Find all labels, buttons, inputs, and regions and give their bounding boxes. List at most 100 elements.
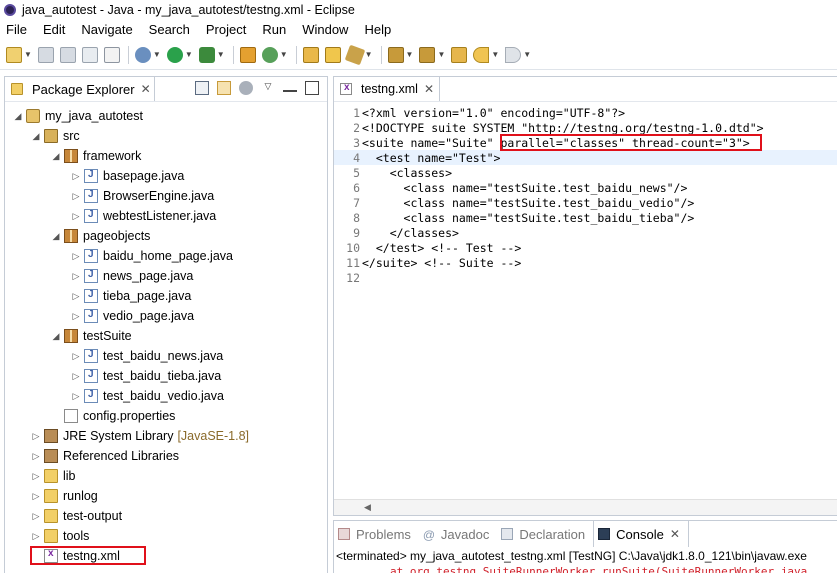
collapse-arrow-icon[interactable]: ◢ [31,131,41,142]
menu-window[interactable]: Window [302,22,348,37]
minimize-icon[interactable] [283,84,297,92]
close-icon[interactable]: ✕ [424,82,434,96]
new-java-project-icon[interactable] [239,46,256,63]
tab-declaration[interactable]: Declaration [497,521,593,547]
tree-item-folder[interactable]: ▷ tools [31,526,89,546]
run-icon[interactable] [166,46,183,63]
link-with-editor-icon[interactable] [217,81,231,95]
tree-item-java-file[interactable]: ▷ test_baidu_tieba.java [71,366,221,386]
tree-item-library[interactable]: ▷ JRE System Library [JavaSE-1.8] [31,426,249,446]
menu-navigate[interactable]: Navigate [81,22,132,37]
open-folder-icon[interactable] [324,46,341,63]
menu-run[interactable]: Run [262,22,286,37]
tree-item-label: Referenced Libraries [63,449,180,463]
close-icon[interactable]: ✕ [141,82,151,96]
expand-arrow-icon[interactable]: ▷ [31,491,41,502]
new-icon[interactable] [6,46,22,63]
forward-dropdown-icon[interactable]: ▼ [523,50,531,59]
tree-item-java-file[interactable]: ▷ baidu_home_page.java [71,246,233,266]
expand-arrow-icon[interactable]: ▷ [31,531,41,542]
expand-arrow-icon[interactable]: ▷ [71,271,81,282]
collapse-all-icon[interactable] [195,81,209,95]
collapse-arrow-icon[interactable]: ◢ [51,231,61,242]
tree-item-properties-file[interactable]: config.properties [64,406,175,426]
save-icon[interactable] [37,46,54,63]
tree-item-java-file[interactable]: ▷ basepage.java [71,166,184,186]
expand-arrow-icon[interactable]: ▷ [71,371,81,382]
expand-arrow-icon[interactable]: ▷ [31,471,41,482]
tree-item-java-file[interactable]: ▷ BrowserEngine.java [71,186,214,206]
expand-arrow-icon[interactable]: ▷ [71,311,81,322]
properties-file-icon [64,409,78,423]
tree-item-package[interactable]: ◢ testSuite [51,326,132,346]
new-class-dropdown-icon[interactable]: ▼ [280,50,288,59]
menu-edit[interactable]: Edit [43,22,65,37]
tab-problems[interactable]: Problems [334,521,419,547]
show-whitespace-icon[interactable] [103,46,120,63]
previous-annotation-icon[interactable] [419,46,436,63]
tree-item-java-file[interactable]: ▷ webtestListener.java [71,206,216,226]
menu-file[interactable]: File [6,22,27,37]
debug-dropdown-icon[interactable]: ▼ [153,50,161,59]
search-dropdown-icon[interactable]: ▼ [365,50,373,59]
maximize-icon[interactable] [305,81,319,95]
new-dropdown-icon[interactable]: ▼ [24,50,32,59]
tree-item-java-file[interactable]: ▷ test_baidu_vedio.java [71,386,224,406]
expand-arrow-icon[interactable]: ▷ [71,191,81,202]
back-icon[interactable] [473,46,490,63]
tree-item-package[interactable]: ◢ pageobjects [51,226,150,246]
save-all-icon[interactable] [59,46,76,63]
tree-item-package[interactable]: ◢ framework [51,146,141,166]
last-edit-location-icon[interactable] [451,46,468,63]
tree-item-java-file[interactable]: ▷ news_page.java [71,266,193,286]
coverage-dropdown-icon[interactable]: ▼ [217,50,225,59]
back-dropdown-icon[interactable]: ▼ [491,50,499,59]
coverage-icon[interactable] [198,46,215,63]
close-icon[interactable]: ✕ [670,527,680,541]
debug-icon[interactable] [134,46,151,63]
new-class-icon[interactable] [261,46,278,63]
next-annotation-dropdown-icon[interactable]: ▼ [406,50,414,59]
menu-search[interactable]: Search [149,22,190,37]
tab-console[interactable]: Console ✕ [593,521,689,547]
expand-arrow-icon[interactable]: ▷ [71,251,81,262]
expand-arrow-icon[interactable]: ▷ [31,431,41,442]
filter-icon[interactable] [239,81,253,95]
expand-arrow-icon[interactable]: ▷ [31,511,41,522]
tree-item-folder[interactable]: ▷ runlog [31,486,98,506]
menu-project[interactable]: Project [206,22,246,37]
print-icon[interactable] [81,46,98,63]
tree-item-library[interactable]: ▷ Referenced Libraries [31,446,179,466]
tree-item-src[interactable]: ◢ src [31,126,80,146]
expand-arrow-icon[interactable]: ▷ [71,291,81,302]
horizontal-scrollbar[interactable]: ◀ [334,499,837,515]
tab-package-explorer[interactable]: Package Explorer ✕ [5,77,155,101]
expand-arrow-icon[interactable]: ▷ [71,351,81,362]
tree-item-java-file[interactable]: ▷ tieba_page.java [71,286,191,306]
run-dropdown-icon[interactable]: ▼ [185,50,193,59]
collapse-arrow-icon[interactable]: ◢ [13,111,23,122]
forward-icon[interactable] [505,46,522,63]
view-menu-icon[interactable]: ▽ [261,81,275,95]
tree-item-project[interactable]: ◢ my_java_autotest [13,106,143,126]
tree-item-folder[interactable]: ▷ lib [31,466,76,486]
expand-arrow-icon[interactable]: ▷ [71,171,81,182]
previous-annotation-dropdown-icon[interactable]: ▼ [437,50,445,59]
menu-help[interactable]: Help [364,22,391,37]
tree-item-java-file[interactable]: ▷ vedio_page.java [71,306,194,326]
open-type-icon[interactable] [302,46,319,63]
collapse-arrow-icon[interactable]: ◢ [51,151,61,162]
tree-item-folder[interactable]: ▷ test-output [31,506,122,526]
expand-arrow-icon[interactable]: ▷ [71,211,81,222]
tab-testng-xml[interactable]: testng.xml ✕ [334,77,440,101]
code-editor[interactable]: 1 <?xml version="1.0" encoding="UTF-8"?> … [334,101,837,515]
tab-javadoc[interactable]: @ Javadoc [419,521,497,547]
collapse-arrow-icon[interactable]: ◢ [51,331,61,342]
expand-arrow-icon[interactable]: ▷ [31,451,41,462]
search-icon[interactable] [344,44,365,65]
next-annotation-icon[interactable] [387,46,404,63]
code-line-current: 4 <test name="Test"> [334,150,837,165]
tree-item-java-file[interactable]: ▷ test_baidu_news.java [71,346,223,366]
scroll-left-arrow-icon[interactable]: ◀ [364,502,371,513]
expand-arrow-icon[interactable]: ▷ [71,391,81,402]
